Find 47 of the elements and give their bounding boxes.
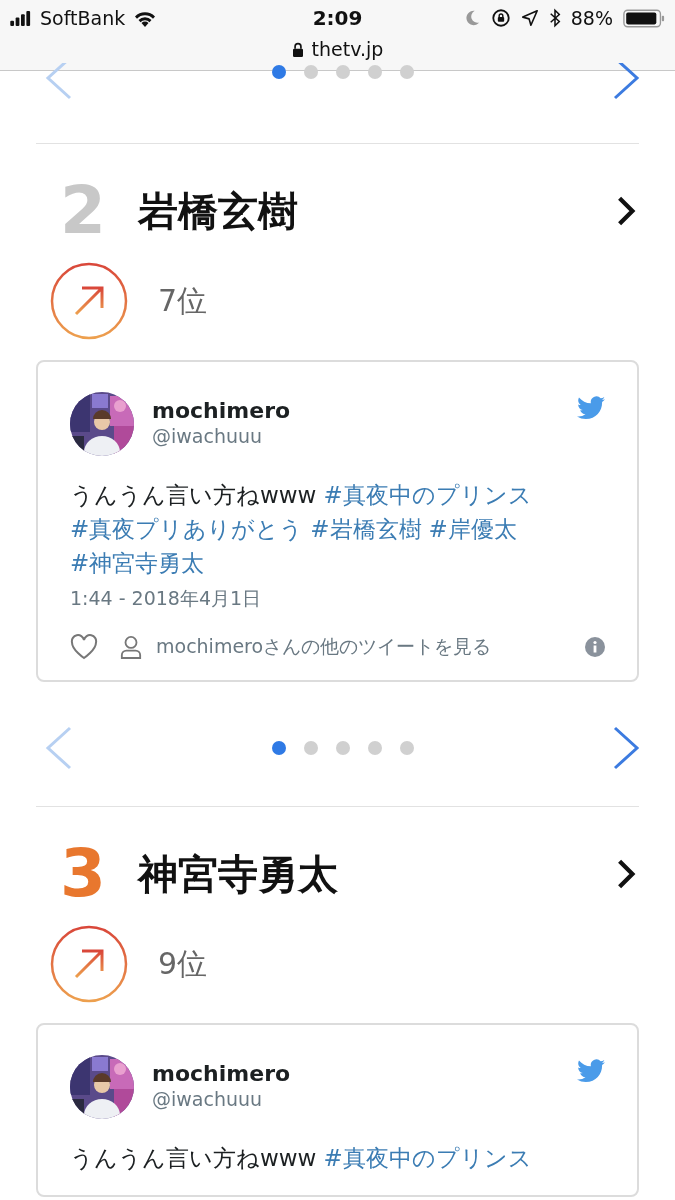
location-arrow-icon (520, 9, 539, 27)
carrier-name: SoftBank (40, 7, 126, 29)
page-dot[interactable] (303, 65, 318, 79)
tweet-text: うんうん言い方ねwww (70, 1144, 317, 1173)
battery-icon (623, 8, 665, 28)
tweet-timestamp[interactable]: 1:44 - 2018年4月1日 (70, 586, 605, 612)
info-icon[interactable] (585, 637, 605, 657)
page-dot[interactable] (303, 741, 318, 755)
hashtag-link[interactable]: #神宮寺勇太 (70, 546, 205, 580)
page-dot[interactable] (335, 65, 350, 79)
bird-icon[interactable] (577, 396, 605, 420)
chevron-right-icon[interactable] (615, 195, 637, 227)
more-tweets-link[interactable]: mochimeroさんの他のツイートを見る (156, 634, 571, 660)
previous-rank: 7位 (158, 281, 208, 320)
signal-icon (10, 10, 32, 26)
person-name[interactable]: 神宮寺勇太 (138, 846, 615, 902)
previous-rank: 9位 (158, 944, 208, 983)
page-dot[interactable] (367, 741, 382, 755)
bluetooth-icon (548, 8, 561, 28)
hashtag-link[interactable]: #真夜中のプリンス (323, 1141, 532, 1175)
page-dot[interactable] (271, 65, 286, 79)
person-name[interactable]: 岩橋玄樹 (138, 183, 615, 239)
user-handle[interactable]: @iwachuuu (152, 425, 559, 447)
rank-number: 3 (60, 841, 107, 907)
hashtag-link[interactable]: #岩橋玄樹 (310, 512, 422, 546)
heart-icon[interactable] (70, 634, 98, 660)
page-dot[interactable] (367, 65, 382, 79)
clock-time: 2:09 (312, 6, 363, 30)
user-name[interactable]: mochimero (152, 398, 559, 423)
page-dot[interactable] (271, 741, 286, 755)
person-icon (120, 635, 142, 659)
hashtag-link[interactable]: #真夜中のプリンス (323, 478, 532, 512)
user-name[interactable]: mochimero (152, 1061, 559, 1086)
lock-icon (291, 41, 304, 57)
page-dot[interactable] (399, 741, 414, 755)
user-handle[interactable]: @iwachuuu (152, 1088, 559, 1110)
page-dot[interactable] (335, 741, 350, 755)
chevron-right-icon[interactable] (615, 858, 637, 890)
tweet-text: うんうん言い方ねwww (70, 481, 317, 510)
hashtag-link[interactable]: #真夜プリありがとう (70, 512, 304, 546)
battery-percent: 88% (570, 7, 613, 29)
bird-icon[interactable] (577, 1059, 605, 1083)
wifi-icon (133, 9, 158, 27)
url-text: thetv.jp (311, 38, 384, 60)
page-dot[interactable] (399, 65, 414, 79)
rotation-lock-icon (490, 8, 511, 28)
hashtag-link[interactable]: #岸優太 (428, 512, 517, 546)
